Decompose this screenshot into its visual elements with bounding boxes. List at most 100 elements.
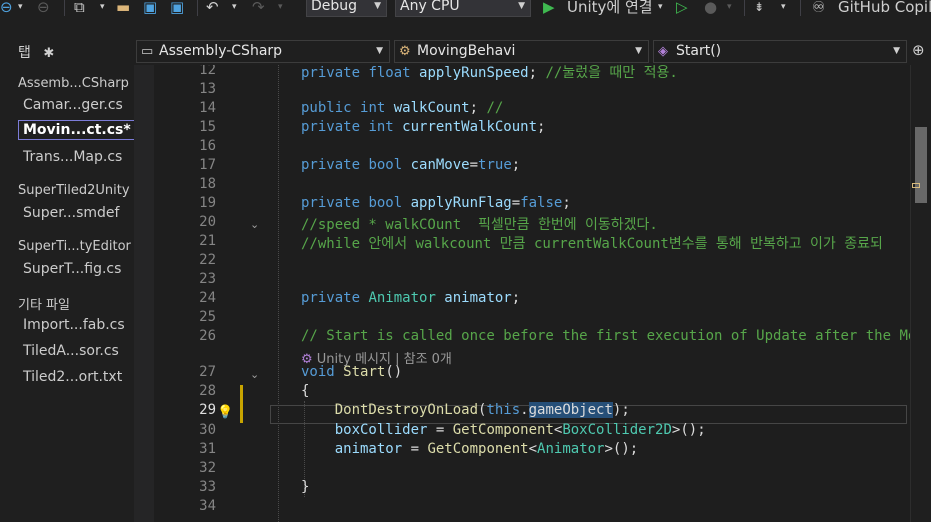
code-token: GetComponent	[452, 422, 554, 438]
codelens-hint[interactable]: ⚙ Unity 메시지 | 참조 0개	[301, 348, 452, 367]
chevron-down-icon[interactable]: ▾	[100, 0, 105, 17]
code-token: ;	[528, 65, 546, 81]
code-token: // Start is called once before the first…	[301, 328, 910, 344]
gear-icon[interactable]: ✱	[43, 46, 54, 61]
line-number: 18	[199, 176, 216, 192]
member-select[interactable]: ◈ Start() ▼	[653, 40, 907, 63]
copilot-button[interactable]: GitHub Copilo	[838, 0, 931, 17]
method-icon: ◈	[658, 44, 668, 59]
split-editor-icon[interactable]: ⊕	[912, 41, 925, 59]
vertical-scrollbar[interactable]	[910, 65, 931, 522]
class-icon: ⚙	[399, 44, 411, 59]
chevron-down-icon[interactable]: ▾	[18, 0, 23, 17]
flame-icon[interactable]: ●	[704, 0, 717, 17]
code-token: false	[520, 195, 563, 211]
tab-file[interactable]: Import...fab.cs	[23, 317, 125, 333]
code-line[interactable]: }	[301, 479, 309, 495]
line-number: 29	[199, 402, 216, 418]
tab-file[interactable]: Trans...Map.cs	[23, 149, 122, 165]
run-target-button[interactable]: Unity에 연결	[567, 0, 653, 17]
platform-select[interactable]: Any CPU ▼	[395, 0, 531, 17]
tab-file-active[interactable]: Movin...ct.cs*	[18, 120, 136, 140]
csharp-project-icon: ▭	[141, 44, 154, 59]
code-line[interactable]: boxCollider = GetComponent<BoxCollider2D…	[301, 422, 706, 438]
class-select-value: MovingBehavi	[417, 43, 516, 59]
line-number: 13	[199, 81, 216, 97]
chevron-down-icon: ▼	[893, 46, 900, 56]
line-number: 26	[199, 328, 216, 344]
code-token: }	[301, 479, 310, 495]
tab-group-header: Assemb...CSharp	[18, 76, 129, 91]
chevron-down-icon: ▼	[374, 1, 381, 11]
code-token: applyRunFlag	[410, 195, 512, 211]
tab-panel-header[interactable]: 탭 ✱	[18, 42, 54, 62]
tab-file[interactable]: SuperT...fig.cs	[23, 261, 121, 277]
play-outline-icon[interactable]: ▷	[676, 0, 688, 17]
tab-file[interactable]: Camar...ger.cs	[23, 97, 123, 113]
scrollbar-thumb[interactable]	[915, 127, 927, 203]
code-token: int	[368, 119, 403, 135]
undo-icon[interactable]: ↶	[206, 0, 219, 17]
code-token: Animator	[537, 441, 605, 457]
code-token: //눌렀을 때만 적용.	[545, 65, 678, 81]
code-line[interactable]: private bool applyRunFlag=false;	[301, 195, 571, 211]
play-icon[interactable]: ▶	[543, 0, 555, 17]
member-select-value: Start()	[676, 43, 722, 59]
code-line[interactable]: private Animator animator;	[301, 290, 520, 306]
tab-file[interactable]: TiledA...sor.cs	[23, 343, 119, 359]
project-select[interactable]: ▭ Assembly-CSharp ▼	[136, 40, 390, 63]
copilot-icon[interactable]: ♾	[812, 0, 825, 17]
line-number: 15	[199, 119, 216, 135]
back-arrow-icon[interactable]: ⊖	[0, 0, 13, 17]
code-line[interactable]: animator = GetComponent<Animator>();	[301, 441, 638, 457]
collapse-chevron-icon[interactable]: ⌄	[250, 368, 259, 381]
code-token: currentWalkCount	[402, 119, 538, 135]
tab-file[interactable]: Tiled2...ort.txt	[23, 369, 122, 385]
code-line[interactable]: private float applyRunSpeed; //눌렀을 때만 적용…	[301, 65, 678, 82]
code-token: applyRunSpeed	[419, 65, 529, 81]
code-line[interactable]: //while 안에서 walkcount 만큼 currentWalkCoun…	[301, 233, 883, 253]
code-token: .	[520, 402, 529, 418]
chevron-down-icon[interactable]: ▾	[781, 0, 786, 17]
code-token: private	[301, 195, 369, 211]
class-select[interactable]: ⚙ MovingBehavi ▼	[394, 40, 649, 63]
code-editor[interactable]: 12 13 14 15 16 17 18 19 20 21 22 23 24 25 26 27 28 29 30 31…	[154, 65, 910, 522]
editor-navigation-bar: 탭 ✱ ▭ Assembly-CSharp ▼ ⚙ MovingBehavi ▼…	[0, 37, 931, 65]
chevron-down-icon[interactable]: ▾	[727, 0, 732, 17]
code-line[interactable]: //speed * walkCOunt 픽셀만큼 한번에 이동하겠다.	[301, 214, 658, 234]
chevron-down-icon[interactable]: ▾	[232, 0, 237, 17]
chevron-down-icon: ▼	[376, 46, 383, 56]
new-item-icon[interactable]: ⧉	[74, 0, 85, 17]
code-token: //while 안에서 walkcount 만큼 currentWalkCoun…	[301, 236, 883, 252]
project-select-value: Assembly-CSharp	[159, 43, 283, 59]
lightbulb-icon[interactable]: 💡	[217, 405, 233, 420]
sidebar-splitter[interactable]	[134, 65, 154, 522]
redo-icon[interactable]: ↷	[252, 0, 265, 17]
toolbar-separator	[64, 0, 65, 16]
code-line[interactable]: // Start is called once before the first…	[301, 328, 910, 344]
toolbar-separator	[197, 0, 198, 16]
code-line[interactable]: private bool canMove=true;	[301, 157, 520, 173]
code-line[interactable]: DontDestroyOnLoad(this.gameObject);	[301, 402, 630, 418]
chevron-down-icon[interactable]: ▾	[658, 0, 663, 17]
code-token: );	[612, 402, 630, 418]
forward-arrow-icon[interactable]: ⊖	[37, 0, 50, 17]
toolbar-overflow-icon[interactable]: ⇟	[754, 0, 764, 17]
tab-group-header: 기타 파일	[18, 298, 70, 313]
save-icon[interactable]: ▣	[143, 0, 157, 17]
open-folder-icon[interactable]: ▬	[116, 0, 130, 17]
chevron-down-icon: ▼	[635, 46, 642, 56]
code-token: bool	[368, 157, 411, 173]
configuration-select[interactable]: Debug ▼	[306, 0, 387, 17]
main-toolbar: ⊖ ▾ ⊖ ⧉ ▾ ▬ ▣ ▣ ↶ ▾ ↷ ▾ Debug ▼ Any CPU …	[0, 0, 931, 20]
save-all-icon[interactable]: ▣	[170, 0, 184, 17]
code-line[interactable]: public int walkCount; //	[301, 100, 503, 116]
code-line[interactable]: {	[301, 383, 309, 399]
tab-group-header: SuperTi...tyEditor	[18, 239, 131, 254]
tab-file[interactable]: Super...smdef	[23, 205, 119, 221]
collapse-chevron-icon[interactable]: ⌄	[250, 218, 259, 231]
code-line[interactable]: private int currentWalkCount;	[301, 119, 545, 135]
chevron-down-icon[interactable]: ▾	[278, 0, 283, 17]
